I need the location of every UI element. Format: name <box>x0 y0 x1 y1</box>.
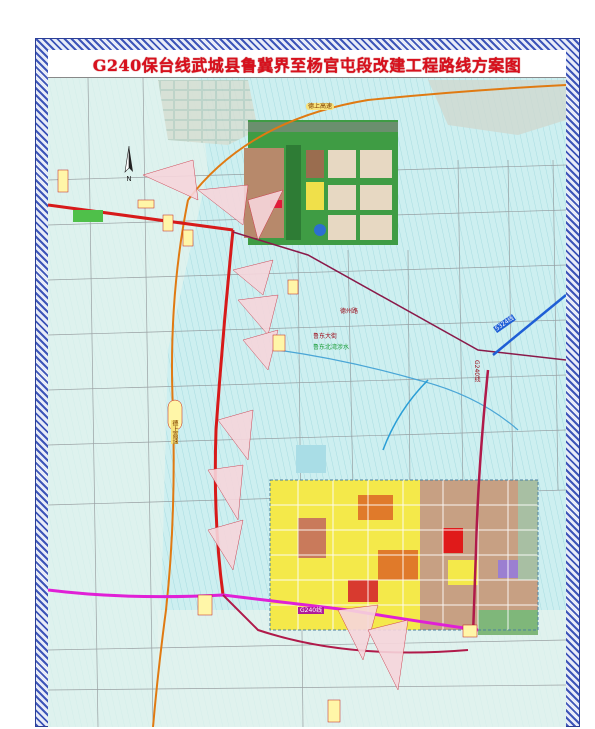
expressway-west-label: 德上高速 <box>171 420 178 444</box>
map-page: N 德上高速 德上高速 鲁东大街 鲁东北湾涉水 德州路 S324线 G240线 … <box>0 0 595 729</box>
new-route-label: 德州路 <box>340 308 359 315</box>
svg-text:N: N <box>126 175 131 182</box>
lucheng-road-label: 鲁东大街 <box>313 333 338 340</box>
south-g240-label: G240线 <box>298 607 325 614</box>
map-title: G240保台线武城县鲁冀界至杨官屯段改建工程路线方案图 <box>92 55 522 75</box>
g240-label: G240线 <box>473 360 480 383</box>
route-map: N 德上高速 德上高速 鲁东大街 鲁东北湾涉水 德州路 S324线 G240线 … <box>48 50 566 727</box>
north-arrow-icon: N <box>124 145 133 182</box>
green-marker <box>73 210 103 222</box>
north-town <box>158 80 258 145</box>
village-note-label: 鲁东北湾涉水 <box>313 344 350 351</box>
title-bar: G240保台线武城县鲁冀界至杨官屯段改建工程路线方案图 <box>48 50 566 78</box>
north-zone <box>244 120 398 245</box>
pond <box>296 445 326 473</box>
expressway-north-label: 德上高速 <box>306 103 335 110</box>
